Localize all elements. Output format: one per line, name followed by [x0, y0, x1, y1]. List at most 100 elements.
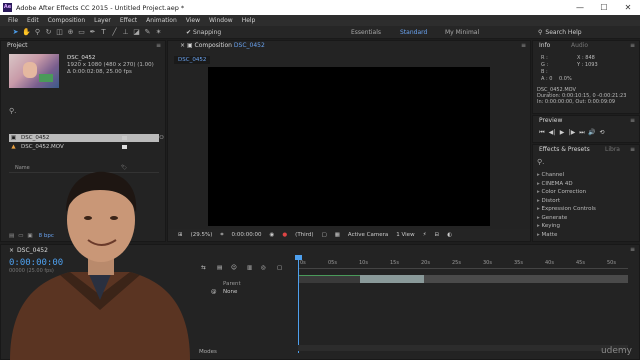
effect-category[interactable]: Expression Controls: [537, 205, 596, 214]
time-ruler[interactable]: 0s 05s 10s 15s 20s 25s 30s 35s 40s 45s 5…: [298, 257, 628, 269]
fast-preview-icon[interactable]: ⚡: [423, 232, 427, 238]
panel-menu-icon[interactable]: ≡: [630, 117, 635, 124]
parent-dropdown[interactable]: None: [223, 289, 237, 295]
effect-category[interactable]: Keying: [537, 222, 596, 231]
minimize-button[interactable]: —: [568, 0, 592, 15]
roto-brush-tool-icon[interactable]: ✎: [142, 27, 153, 38]
panel-menu-icon[interactable]: ≡: [630, 246, 635, 253]
graph-editor-icon[interactable]: ▢: [277, 265, 282, 271]
close-button[interactable]: ✕: [616, 0, 640, 15]
effects-search[interactable]: ⚲.: [537, 158, 544, 166]
info-tab[interactable]: Info: [533, 41, 556, 51]
close-icon[interactable]: ×: [180, 42, 187, 49]
hand-tool-icon[interactable]: ✋: [21, 27, 32, 38]
menu-edit[interactable]: Edit: [27, 17, 39, 24]
comp-mini-flowchart-icon[interactable]: ⇆: [201, 265, 206, 271]
menu-view[interactable]: View: [186, 17, 200, 24]
project-item-composition[interactable]: ▣ DSC_0452 ⚇: [9, 134, 164, 142]
eraser-tool-icon[interactable]: ◪: [131, 27, 142, 38]
camera-dropdown[interactable]: Active Camera: [348, 232, 388, 238]
loop-icon[interactable]: ⟲: [597, 129, 607, 137]
last-frame-icon[interactable]: ⏭: [577, 129, 587, 137]
pan-behind-tool-icon[interactable]: ⊕: [65, 27, 76, 38]
menu-animation[interactable]: Animation: [146, 17, 177, 24]
modes-toggle[interactable]: Modes: [199, 349, 217, 355]
effect-category[interactable]: CINEMA 4D: [537, 180, 596, 189]
composition-tab[interactable]: × ▣ Composition DSC_0452: [174, 41, 271, 51]
menu-help[interactable]: Help: [242, 17, 256, 24]
timecode-display[interactable]: 0:00:00:00: [231, 232, 261, 238]
effect-category[interactable]: Distort: [537, 197, 596, 206]
project-search[interactable]: ⚲.: [9, 107, 159, 116]
effect-category[interactable]: Channel: [537, 171, 596, 180]
libraries-tab[interactable]: Libra: [599, 145, 626, 155]
rotation-tool-icon[interactable]: ↻: [43, 27, 54, 38]
workspace-my-minimal[interactable]: My Minimal: [445, 29, 479, 36]
effects-presets-tab[interactable]: Effects & Presets: [533, 145, 596, 155]
effect-category[interactable]: Matte: [537, 231, 596, 240]
layer-track-empty: [424, 275, 628, 283]
first-frame-icon[interactable]: ⏮: [537, 129, 547, 137]
footage-name: DSC_0452: [67, 55, 96, 61]
selection-tool-icon[interactable]: ➤: [10, 27, 21, 38]
panel-menu-icon[interactable]: ≡: [630, 42, 635, 49]
audio-tab[interactable]: Audio: [565, 41, 594, 51]
exposure-icon[interactable]: ◐: [447, 232, 452, 238]
region-icon[interactable]: ▢: [322, 232, 327, 238]
preview-tab[interactable]: Preview: [533, 116, 568, 126]
workspace-standard[interactable]: Standard: [400, 29, 427, 36]
camera-tool-icon[interactable]: ◫: [54, 27, 65, 38]
composition-breadcrumb[interactable]: DSC_0452: [174, 56, 211, 64]
play-icon[interactable]: ▶: [557, 129, 567, 137]
composition-viewer[interactable]: [208, 67, 490, 226]
panel-menu-icon[interactable]: ≡: [156, 42, 161, 49]
search-help-field[interactable]: ⚲ Search Help: [538, 27, 634, 37]
menu-effect[interactable]: Effect: [120, 17, 137, 24]
clone-stamp-tool-icon[interactable]: ⊥: [120, 27, 131, 38]
draft-3d-icon[interactable]: ▤: [217, 265, 222, 271]
puppet-pin-tool-icon[interactable]: ✶: [153, 27, 164, 38]
zoom-tool-icon[interactable]: ⚲: [32, 27, 43, 38]
resolution-dropdown[interactable]: (Third): [295, 232, 313, 238]
effect-category[interactable]: Generate: [537, 214, 596, 223]
project-item-footage[interactable]: ▲ DSC_0452.MOV: [9, 143, 159, 151]
views-dropdown[interactable]: 1 View: [396, 232, 414, 238]
after-effects-icon: Ae: [3, 3, 12, 12]
maximize-button[interactable]: ☐: [592, 0, 616, 15]
effect-category[interactable]: Color Correction: [537, 188, 596, 197]
info-panel: Info Audio ≡ R : G : B : A : 0 X : 848 Y…: [532, 40, 640, 114]
workspace-essentials[interactable]: Essentials: [351, 29, 381, 36]
project-tab[interactable]: Project: [1, 41, 34, 51]
lock-icon[interactable]: ▣: [187, 42, 195, 49]
parent-pickwhip-icon[interactable]: @: [211, 289, 217, 295]
brush-tool-icon[interactable]: ╱: [109, 27, 120, 38]
flowchart-icon[interactable]: ⚇: [159, 134, 164, 142]
color-channel-icon[interactable]: ●: [282, 232, 287, 238]
ruler-tick-label: 45s: [576, 260, 585, 266]
pen-tool-icon[interactable]: ✒: [87, 27, 98, 38]
ruler-tick-label: 05s: [328, 260, 337, 266]
layer-duration-bar-tail[interactable]: [360, 275, 424, 283]
layer-duration-bar[interactable]: [298, 275, 360, 283]
snapshot-icon[interactable]: ◉: [270, 232, 275, 238]
timeline-toggle-icon[interactable]: ⊟: [434, 232, 439, 238]
panel-menu-icon[interactable]: ≡: [630, 146, 635, 153]
frame-blending-icon[interactable]: ▥: [247, 265, 252, 271]
menu-window[interactable]: Window: [209, 17, 233, 24]
timeline-zoom-bar[interactable]: [298, 345, 628, 351]
previous-frame-icon[interactable]: ◀|: [547, 129, 557, 137]
menu-composition[interactable]: Composition: [48, 17, 85, 24]
hide-shy-layers-icon[interactable]: ☺: [231, 265, 237, 271]
menu-layer[interactable]: Layer: [94, 17, 111, 24]
audio-icon[interactable]: 🔊: [587, 129, 597, 137]
transparency-icon[interactable]: ▦: [335, 232, 340, 238]
rectangle-tool-icon[interactable]: ▭: [76, 27, 87, 38]
grid-icon[interactable]: ⌗: [220, 232, 223, 239]
motion-blur-icon[interactable]: ◎: [261, 265, 266, 271]
snapping-toggle[interactable]: ✔ Snapping: [186, 29, 221, 36]
ruler-tick-label: 35s: [514, 260, 523, 266]
type-tool-icon[interactable]: T: [98, 27, 109, 38]
menu-file[interactable]: File: [8, 17, 18, 24]
next-frame-icon[interactable]: |▶: [567, 129, 577, 137]
panel-menu-icon[interactable]: ≡: [521, 42, 526, 49]
